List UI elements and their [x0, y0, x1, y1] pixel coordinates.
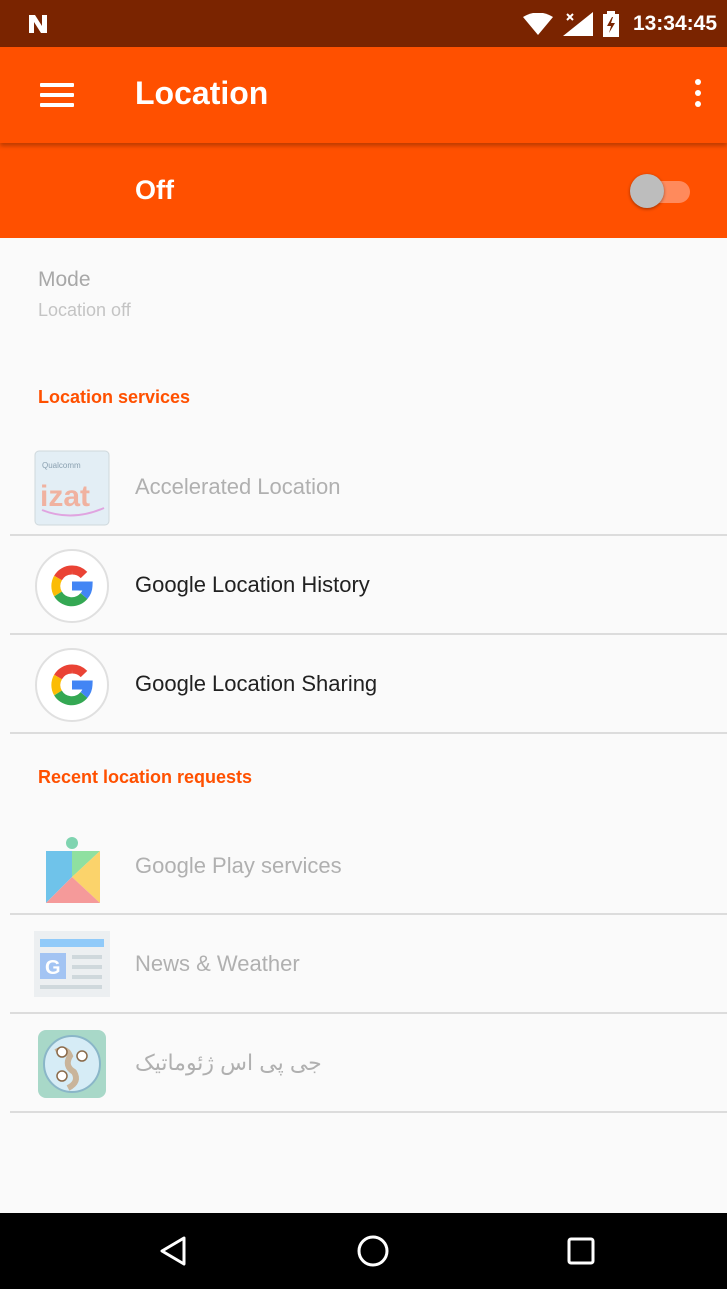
status-bar: 13:34:45	[0, 0, 727, 47]
list-item-google-play-services[interactable]: Google Play services	[0, 817, 727, 915]
list-item-google-location-history[interactable]: Google Location History	[0, 536, 727, 634]
list-item-label: Google Location Sharing	[135, 671, 378, 696]
location-master-switch-bar[interactable]: Off	[0, 143, 727, 238]
section-header-location-services: Location services	[38, 387, 191, 407]
google-g-icon	[34, 548, 110, 624]
list-item-news-weather[interactable]: G News & Weather	[0, 915, 727, 1013]
list-item-label: Google Play services	[135, 853, 342, 878]
recents-square-icon	[567, 1237, 595, 1265]
list-item-label: News & Weather	[135, 951, 300, 976]
home-button[interactable]	[333, 1213, 413, 1289]
mode-subtitle: Location off	[38, 300, 131, 320]
location-toggle[interactable]	[630, 173, 692, 209]
divider	[10, 732, 727, 734]
google-g-icon	[34, 647, 110, 723]
page-title: Location	[135, 75, 269, 111]
svg-text:G: G	[45, 957, 61, 979]
list-item-label: جی پی اس ژئوماتیک	[135, 1050, 322, 1075]
mode-title: Mode	[38, 268, 91, 291]
recents-button[interactable]	[541, 1213, 621, 1289]
signal-icon	[562, 11, 593, 36]
divider	[10, 1111, 727, 1113]
switch-label: Off	[135, 175, 174, 205]
back-button[interactable]	[133, 1213, 213, 1289]
qualcomm-izat-icon: Qualcomm izat	[34, 450, 110, 526]
globe-map-icon	[34, 1026, 110, 1102]
svg-text:Qualcomm: Qualcomm	[42, 461, 81, 470]
list-item-accelerated-location[interactable]: Qualcomm izat Accelerated Location	[0, 438, 727, 536]
battery-charging-icon	[602, 10, 619, 37]
wifi-icon	[522, 12, 553, 35]
navigation-bar	[0, 1213, 727, 1289]
list-item-label: Google Location History	[135, 572, 370, 597]
toggle-thumb	[630, 174, 664, 208]
app-bar: Location	[0, 47, 727, 143]
hamburger-menu-icon[interactable]	[40, 83, 74, 107]
svg-text:izat: izat	[40, 480, 90, 513]
mode-setting[interactable]: Mode Location off	[38, 268, 131, 321]
list-item-label: Accelerated Location	[135, 474, 341, 499]
list-item-gps-geomatic[interactable]: جی پی اس ژئوماتیک	[0, 1014, 727, 1112]
home-circle-icon	[357, 1235, 389, 1267]
status-time: 13:34:45	[632, 11, 717, 35]
google-play-services-icon	[34, 829, 110, 905]
more-options-icon[interactable]	[684, 79, 712, 115]
news-weather-icon: G	[34, 927, 110, 1003]
back-triangle-icon	[160, 1236, 186, 1266]
notification-n-icon	[29, 15, 47, 33]
section-header-recent-requests: Recent location requests	[38, 767, 253, 787]
list-item-google-location-sharing[interactable]: Google Location Sharing	[0, 635, 727, 733]
